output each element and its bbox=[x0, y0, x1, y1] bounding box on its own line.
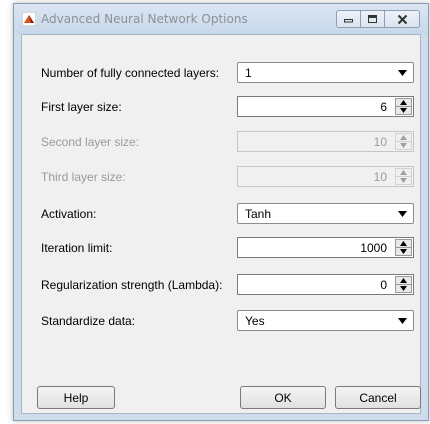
standardize-value: Yes bbox=[245, 314, 265, 328]
chevron-down-icon bbox=[398, 70, 407, 76]
dialog-body: Number of fully connected layers: 1 Firs… bbox=[21, 34, 421, 414]
maximize-button[interactable] bbox=[360, 10, 385, 28]
third-layer-size-label: Third layer size: bbox=[41, 170, 126, 184]
second-layer-size-spinner: 10 bbox=[237, 131, 414, 152]
first-layer-size-value: 6 bbox=[380, 100, 387, 114]
arrow-down-icon bbox=[400, 143, 407, 148]
dialog-window: Advanced Neural Network Options Number o… bbox=[13, 3, 429, 421]
arrow-down-icon[interactable] bbox=[400, 108, 407, 113]
num-layers-label: Number of fully connected layers: bbox=[41, 66, 220, 80]
activation-dropdown[interactable]: Tanh bbox=[237, 203, 414, 224]
arrow-up-icon bbox=[400, 135, 407, 140]
close-icon bbox=[397, 14, 407, 24]
lambda-label: Regularization strength (Lambda): bbox=[41, 278, 223, 292]
row-iteration-limit: Iteration limit: 1000 bbox=[22, 237, 420, 259]
standardize-label: Standardize data: bbox=[41, 314, 136, 328]
second-layer-size-stepper bbox=[395, 133, 412, 150]
second-layer-size-value: 10 bbox=[373, 135, 387, 149]
chevron-down-icon bbox=[398, 318, 407, 324]
arrow-up-icon[interactable] bbox=[400, 100, 407, 105]
arrow-down-icon bbox=[400, 178, 407, 183]
arrow-up-icon bbox=[400, 170, 407, 175]
arrow-down-icon[interactable] bbox=[400, 249, 407, 254]
row-lambda: Regularization strength (Lambda): 0 bbox=[22, 274, 420, 296]
lambda-spinner[interactable]: 0 bbox=[237, 274, 414, 295]
row-standardize: Standardize data: Yes bbox=[22, 310, 420, 332]
lambda-value: 0 bbox=[380, 278, 387, 292]
activation-value: Tanh bbox=[245, 207, 272, 221]
help-button[interactable]: Help bbox=[37, 386, 115, 409]
first-layer-size-stepper[interactable] bbox=[395, 98, 412, 115]
matlab-icon bbox=[22, 12, 36, 26]
num-layers-value: 1 bbox=[245, 66, 252, 80]
iteration-limit-stepper[interactable] bbox=[395, 239, 412, 256]
iteration-limit-spinner[interactable]: 1000 bbox=[237, 237, 414, 258]
num-layers-dropdown[interactable]: 1 bbox=[237, 62, 414, 83]
second-layer-size-label: Second layer size: bbox=[41, 135, 140, 149]
row-second-layer-size: Second layer size: 10 bbox=[22, 131, 420, 153]
standardize-dropdown[interactable]: Yes bbox=[237, 310, 414, 331]
row-activation: Activation: Tanh bbox=[22, 203, 420, 225]
third-layer-size-stepper bbox=[395, 168, 412, 185]
activation-label: Activation: bbox=[41, 207, 97, 221]
minimize-button[interactable] bbox=[336, 10, 361, 28]
third-layer-size-spinner: 10 bbox=[237, 166, 414, 187]
first-layer-size-spinner[interactable]: 6 bbox=[237, 96, 414, 117]
close-button[interactable] bbox=[384, 10, 420, 28]
arrow-up-icon[interactable] bbox=[400, 241, 407, 246]
lambda-stepper[interactable] bbox=[395, 276, 412, 293]
cancel-button[interactable]: Cancel bbox=[335, 386, 421, 409]
row-first-layer-size: First layer size: 6 bbox=[22, 96, 420, 118]
row-third-layer-size: Third layer size: 10 bbox=[22, 166, 420, 188]
arrow-up-icon[interactable] bbox=[400, 278, 407, 283]
iteration-limit-value: 1000 bbox=[360, 241, 387, 255]
minimize-icon bbox=[344, 18, 353, 22]
chevron-down-icon bbox=[398, 211, 407, 217]
window-title: Advanced Neural Network Options bbox=[41, 12, 248, 26]
third-layer-size-value: 10 bbox=[373, 170, 387, 184]
first-layer-size-label: First layer size: bbox=[41, 100, 122, 114]
row-num-layers: Number of fully connected layers: 1 bbox=[22, 62, 420, 84]
arrow-down-icon[interactable] bbox=[400, 286, 407, 291]
title-bar[interactable]: Advanced Neural Network Options bbox=[14, 4, 428, 34]
ok-button[interactable]: OK bbox=[240, 386, 326, 409]
maximize-icon bbox=[368, 15, 377, 23]
iteration-limit-label: Iteration limit: bbox=[41, 241, 113, 255]
